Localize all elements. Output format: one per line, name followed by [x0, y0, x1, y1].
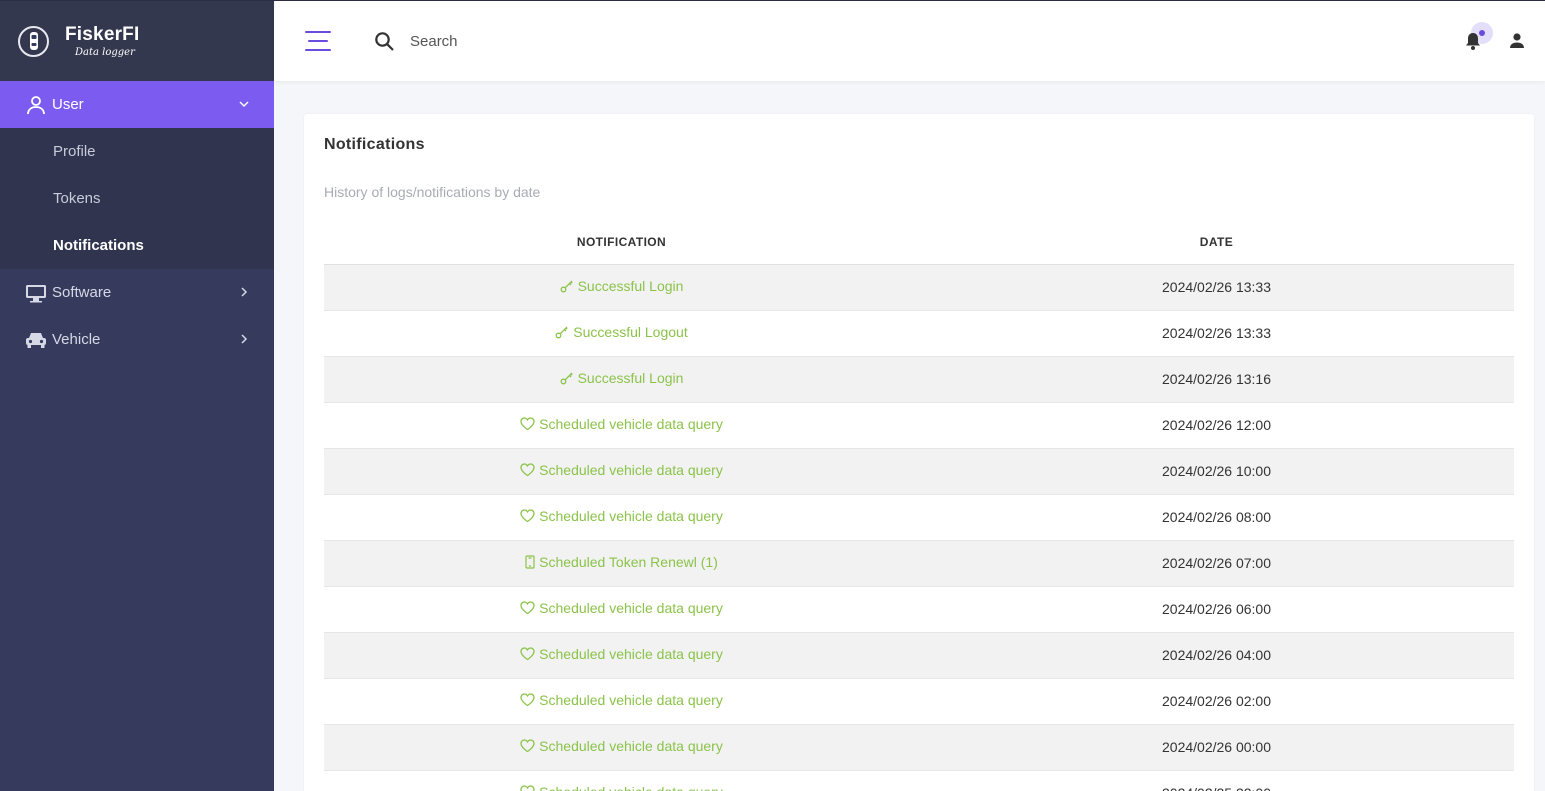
app-root: FiskerFI Data logger User Profile Tokens…	[0, 0, 1545, 791]
notification-text: Scheduled vehicle data query	[539, 600, 723, 616]
notification-text: Scheduled vehicle data query	[539, 508, 723, 524]
table-row[interactable]: Successful Login 2024/02/26 13:16	[324, 356, 1514, 403]
heart-icon	[520, 693, 535, 707]
heart-icon	[520, 601, 535, 615]
notification-text: Scheduled vehicle data query	[539, 646, 723, 662]
notification-text: Scheduled vehicle data query	[539, 784, 723, 791]
chevron-down-icon	[238, 97, 250, 114]
sidebar-subitem-profile[interactable]: Profile	[0, 128, 274, 175]
notification-cell: Scheduled vehicle data query	[324, 678, 919, 725]
notification-cell: Scheduled vehicle data query	[324, 402, 919, 449]
notifications-card: Notifications History of logs/notificati…	[304, 114, 1534, 791]
column-header-date[interactable]: DATE	[919, 220, 1514, 265]
date-cell: 2024/02/26 07:00	[919, 540, 1514, 587]
account-icon[interactable]	[1509, 32, 1525, 55]
date-cell: 2024/02/26 06:00	[919, 586, 1514, 633]
monitor-icon	[25, 282, 47, 304]
key-icon	[560, 371, 574, 385]
menu-toggle-icon[interactable]	[305, 31, 331, 53]
bell-icon[interactable]	[1464, 31, 1482, 56]
brand-title: FiskerFI	[65, 24, 140, 45]
notification-text: Successful Logout	[573, 324, 688, 340]
user-icon	[25, 94, 47, 116]
topbar	[274, 1, 1545, 81]
notification-text: Scheduled vehicle data query	[539, 692, 723, 708]
notification-text: Scheduled vehicle data query	[539, 416, 723, 432]
notification-cell: Successful Login	[324, 356, 919, 403]
date-cell: 2024/02/26 00:00	[919, 724, 1514, 771]
sidebar-item-user[interactable]: User	[0, 81, 274, 128]
date-cell: 2024/02/26 08:00	[919, 494, 1514, 541]
notification-text: Scheduled vehicle data query	[539, 462, 723, 478]
date-cell: 2024/02/26 13:33	[919, 264, 1514, 311]
car-icon	[25, 329, 47, 351]
sidebar-item-label: User	[52, 96, 84, 113]
logo-icon	[18, 25, 49, 57]
table-row[interactable]: Successful Login 2024/02/26 13:33	[324, 264, 1514, 311]
table-row[interactable]: Scheduled Token Renewl (1) 2024/02/26 07:…	[324, 540, 1514, 587]
brand[interactable]: FiskerFI Data logger	[0, 1, 274, 81]
notification-cell: Successful Logout	[324, 310, 919, 357]
notification-cell: Successful Login	[324, 264, 919, 311]
notification-cell: Scheduled vehicle data query	[324, 494, 919, 541]
sidebar: FiskerFI Data logger User Profile Tokens…	[0, 1, 274, 791]
table-row[interactable]: Successful Logout 2024/02/26 13:33	[324, 310, 1514, 357]
date-cell: 2024/02/26 04:00	[919, 632, 1514, 679]
page-title: Notifications	[324, 136, 425, 153]
date-cell: 2024/02/26 12:00	[919, 402, 1514, 449]
sidebar-subitem-tokens[interactable]: Tokens	[0, 175, 274, 222]
notification-cell: Scheduled vehicle data query	[324, 724, 919, 771]
heart-icon	[520, 647, 535, 661]
table-row[interactable]: Scheduled vehicle data query 2024/02/26 1…	[324, 402, 1514, 449]
date-cell: 2024/02/26 10:00	[919, 448, 1514, 495]
heart-icon	[520, 739, 535, 753]
notification-text: Scheduled Token Renewl (1)	[539, 554, 718, 570]
date-cell: 2024/02/25 22:00	[919, 770, 1514, 791]
column-header-notification[interactable]: NOTIFICATION	[324, 220, 919, 265]
table-header-row: NOTIFICATION DATE	[324, 220, 1514, 265]
chevron-right-icon	[238, 332, 250, 349]
date-cell: 2024/02/26 13:16	[919, 356, 1514, 403]
search-input[interactable]	[410, 29, 710, 53]
notification-text: Scheduled vehicle data query	[539, 738, 723, 754]
key-icon	[555, 325, 569, 339]
notification-text: Successful Login	[577, 278, 684, 294]
chevron-right-icon	[238, 285, 250, 302]
heart-icon	[520, 785, 535, 791]
table-row[interactable]: Scheduled vehicle data query 2024/02/26 0…	[324, 632, 1514, 679]
sidebar-subitem-notifications[interactable]: Notifications	[0, 222, 274, 269]
date-cell: 2024/02/26 02:00	[919, 678, 1514, 725]
notification-cell: Scheduled Token Renewl (1)	[324, 540, 919, 587]
table-row[interactable]: Scheduled vehicle data query 2024/02/25 2…	[324, 770, 1514, 791]
notification-cell: Scheduled vehicle data query	[324, 770, 919, 791]
sidebar-item-label: Software	[52, 284, 112, 301]
table-row[interactable]: Scheduled vehicle data query 2024/02/26 0…	[324, 494, 1514, 541]
table-row[interactable]: Scheduled vehicle data query 2024/02/26 0…	[324, 678, 1514, 725]
sidebar-item-label: Vehicle	[52, 331, 101, 348]
table-row[interactable]: Scheduled vehicle data query 2024/02/26 0…	[324, 586, 1514, 633]
date-cell: 2024/02/26 13:33	[919, 310, 1514, 357]
phone-icon	[525, 555, 535, 569]
search-icon[interactable]	[374, 31, 395, 57]
heart-icon	[520, 463, 535, 477]
heart-icon	[520, 417, 535, 431]
notification-cell: Scheduled vehicle data query	[324, 632, 919, 679]
table-row[interactable]: Scheduled vehicle data query 2024/02/26 1…	[324, 448, 1514, 495]
page-subtitle: History of logs/notifications by date	[324, 184, 541, 200]
notification-cell: Scheduled vehicle data query	[324, 586, 919, 633]
sidebar-item-software[interactable]: Software	[0, 269, 274, 316]
notifications-table: NOTIFICATION DATE Successful Login 2024/0…	[324, 220, 1514, 791]
table-row[interactable]: Scheduled vehicle data query 2024/02/26 0…	[324, 724, 1514, 771]
notification-cell: Scheduled vehicle data query	[324, 448, 919, 495]
heart-icon	[520, 509, 535, 523]
sidebar-item-vehicle[interactable]: Vehicle	[0, 316, 274, 363]
key-icon	[560, 279, 574, 293]
brand-subtitle: Data logger	[75, 47, 135, 58]
notification-text: Successful Login	[577, 370, 684, 386]
